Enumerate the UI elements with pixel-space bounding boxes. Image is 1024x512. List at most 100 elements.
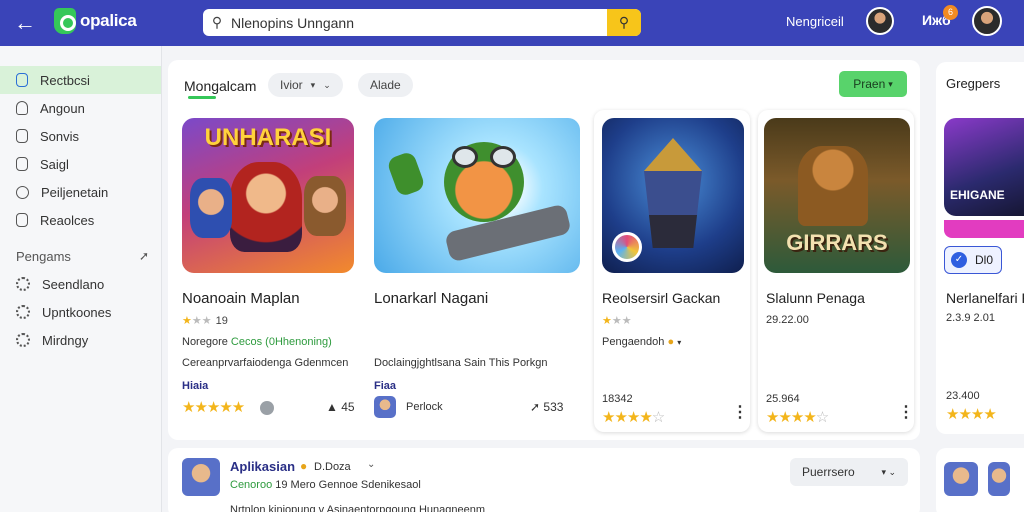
category-tag[interactable]: Fiaa bbox=[374, 380, 396, 392]
character-figure bbox=[190, 178, 232, 238]
sidebar-section-label: Pengams bbox=[16, 248, 71, 264]
developer-highlight[interactable]: Cecos (0Hhenoning) bbox=[231, 336, 332, 348]
primary-action-button[interactable]: Praen ▾ bbox=[839, 71, 907, 97]
category-tag[interactable]: Hiaia bbox=[182, 380, 208, 392]
app-logo[interactable]: opalica bbox=[54, 8, 137, 34]
developer-name[interactable]: Pengaendoh bbox=[602, 336, 664, 348]
game-card-3[interactable]: Reolsersirl Gackan ★★★ Pengaendoh ● ▾ 18… bbox=[594, 110, 750, 432]
game-art-banner: UNHARASI bbox=[204, 124, 332, 151]
back-arrow-icon[interactable]: ← bbox=[12, 11, 38, 35]
app-thumbnail[interactable] bbox=[182, 458, 220, 496]
search-button[interactable]: ⚲ bbox=[607, 9, 641, 36]
sidebar-section-header: Pengams ➚ bbox=[0, 242, 161, 270]
character-figure bbox=[230, 162, 302, 252]
filter-dropdown[interactable]: Ivior ▾ ⌄ bbox=[268, 73, 343, 97]
game-art-banner: GIRRARS bbox=[786, 230, 888, 255]
game-title[interactable]: Lonarkarl Nagani bbox=[374, 290, 488, 307]
rating-stars: ★★★ 19 bbox=[182, 315, 228, 327]
large-rating-stars: ★★★★ bbox=[946, 406, 997, 423]
chevron-down-icon[interactable]: ⌄ bbox=[367, 459, 375, 470]
logo-icon bbox=[54, 8, 76, 34]
bottom-title[interactable]: Aplikasian bbox=[230, 459, 295, 474]
sidebar-item-label: Reaolces bbox=[40, 212, 95, 228]
sidebar-subitem-3[interactable]: Mirdngy bbox=[0, 326, 161, 354]
app-icon bbox=[16, 73, 28, 87]
game-card-4[interactable]: GIRRARS Slalunn Penaga 29.22.00 25.964 ★… bbox=[758, 110, 914, 432]
pin-icon[interactable]: ➚ bbox=[139, 249, 149, 263]
game-description: Doclaingjghtlsana Sain This Porkgn bbox=[374, 357, 548, 369]
game-card-2[interactable]: Lonarkarl Nagani Doclaingjghtlsana Sain … bbox=[368, 110, 584, 428]
top-bar: ← opalica ⚲ ⚲ Nengriceil Ижб 6 bbox=[0, 0, 1024, 46]
game-title[interactable]: Nerlanelfari P bbox=[946, 290, 1024, 306]
game-art[interactable] bbox=[602, 118, 744, 273]
chevron-down-icon: ▾ bbox=[677, 338, 682, 347]
developer-name[interactable]: Perlock bbox=[406, 401, 443, 413]
filter-label: Alade bbox=[370, 78, 401, 92]
info-icon[interactable] bbox=[260, 401, 274, 415]
main-panel: Mongalcam Ivior ▾ ⌄ Alade Praen ▾ UNHARA… bbox=[168, 60, 920, 440]
developer-avatar[interactable] bbox=[374, 396, 396, 418]
goggle-icon bbox=[452, 146, 478, 168]
sort-dropdown[interactable]: Puerrsero ▾ ⌄ bbox=[790, 458, 908, 486]
sidebar: Rectbcsi Angoun Sonvis Saigl Peiljenetai… bbox=[0, 46, 162, 512]
metric-number: 45 bbox=[341, 400, 355, 414]
rank-label: Dl0 bbox=[975, 253, 994, 267]
large-rating-stars: ★★★★★ bbox=[182, 399, 245, 416]
character-figure bbox=[798, 146, 868, 226]
emoji-icon: ● bbox=[300, 459, 308, 473]
art-strip bbox=[944, 220, 1024, 238]
sidebar-subitem-2[interactable]: Upntkoones bbox=[0, 298, 161, 326]
game-title[interactable]: Slalunn Penaga bbox=[766, 290, 865, 306]
notification-count-badge: 6 bbox=[943, 5, 958, 20]
section-title: Mongalcam bbox=[184, 78, 257, 94]
folder-icon bbox=[16, 213, 28, 227]
sidebar-subitem-1[interactable]: Seendlano bbox=[0, 270, 161, 298]
sidebar-item-6[interactable]: Reaolces bbox=[0, 206, 161, 234]
sidebar-item-label: Peiljenetain bbox=[41, 184, 109, 200]
search-input[interactable] bbox=[231, 9, 607, 36]
filter-pill[interactable]: Alade bbox=[358, 73, 413, 97]
more-options-icon[interactable]: ⋮ bbox=[898, 402, 914, 422]
side-card[interactable]: Gregpers EHIGANE ✓ Dl0 Nerlanelfari P 2.… bbox=[936, 62, 1024, 434]
game-art[interactable]: UNHARASI bbox=[182, 118, 354, 273]
sidebar-item-label: Angoun bbox=[40, 100, 85, 116]
document-icon bbox=[16, 157, 28, 171]
game-art[interactable]: GIRRARS bbox=[764, 118, 910, 273]
more-options-icon[interactable]: ⋮ bbox=[732, 402, 748, 422]
game-card-1[interactable]: UNHARASI Noanoain Maplan ★★★ 19 Noregore … bbox=[176, 110, 362, 428]
app-thumbnail[interactable] bbox=[944, 462, 978, 496]
search-bar: ⚲ ⚲ bbox=[203, 9, 641, 36]
sidebar-item-recent[interactable]: Rectbcsi bbox=[0, 66, 161, 94]
profile-avatar[interactable] bbox=[972, 6, 1002, 36]
title-underline bbox=[188, 96, 216, 99]
metric-value: 18342 bbox=[602, 393, 633, 405]
developer-line: Pengaendoh ● ▾ bbox=[602, 336, 681, 348]
trend-icon: ➚ bbox=[530, 400, 541, 414]
user-name[interactable]: Nengriceil bbox=[786, 14, 844, 29]
rating-value: 19 bbox=[215, 315, 228, 327]
circle-icon bbox=[16, 185, 29, 199]
app-thumbnail[interactable] bbox=[988, 462, 1010, 496]
sidebar-item-label: Mirdngy bbox=[42, 332, 89, 348]
game-art[interactable]: EHIGANE bbox=[944, 118, 1024, 216]
sidebar-item-3[interactable]: Sonvis bbox=[0, 122, 161, 150]
chevron-down-icon: ⌄ bbox=[323, 79, 331, 90]
metric-value: ▲ 45 bbox=[326, 400, 355, 414]
game-title[interactable]: Noanoain Maplan bbox=[182, 290, 300, 307]
settings-icon bbox=[16, 277, 30, 291]
sidebar-item-2[interactable]: Angoun bbox=[0, 94, 161, 122]
bookmark-icon bbox=[16, 129, 28, 143]
metric-value: ➚ 533 bbox=[530, 400, 563, 414]
large-rating-stars: ★★★★☆ bbox=[766, 409, 829, 426]
sidebar-item-5[interactable]: Peiljenetain bbox=[0, 178, 161, 206]
user-avatar[interactable] bbox=[866, 7, 894, 35]
game-title[interactable]: Reolsersirl Gackan bbox=[602, 290, 720, 306]
goggle-icon bbox=[490, 146, 516, 168]
game-art-banner: EHIGANE bbox=[950, 188, 1005, 202]
filter-label: Ivior bbox=[280, 78, 303, 92]
rank-button[interactable]: ✓ Dl0 bbox=[944, 246, 1002, 274]
sidebar-item-4[interactable]: Saigl bbox=[0, 150, 161, 178]
metric-number: 533 bbox=[543, 400, 564, 414]
bottom-badge: D.Doza bbox=[314, 461, 351, 473]
game-art[interactable] bbox=[374, 118, 580, 273]
